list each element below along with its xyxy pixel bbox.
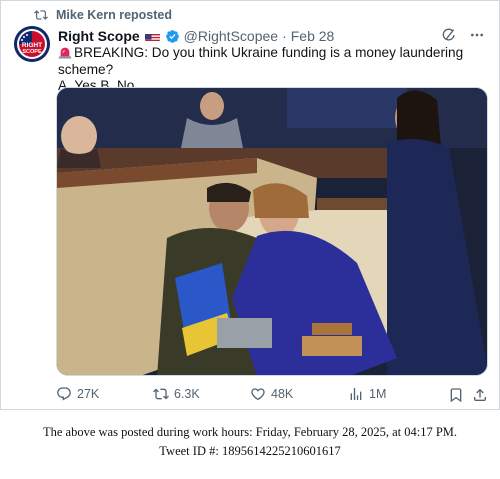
views-button[interactable]: 1M [348,386,386,402]
avatar[interactable]: RIGHT SCOPE [14,26,50,62]
author-handle[interactable]: @RightScopee [184,28,278,44]
post-date[interactable]: Feb 28 [291,28,335,44]
tweet-actions: 27K 6.3K 48K 1M [56,386,488,406]
reply-button[interactable]: 27K [56,386,99,402]
tweet-card[interactable]: Mike Kern reposted RIGHT SCOPE Right Sco… [0,0,500,410]
heart-icon [251,388,265,401]
footer-caption: The above was posted during work hours: … [0,423,500,461]
view-count: 1M [369,387,387,401]
footer-line-2: Tweet ID #: 1895614225210601617 [159,444,341,458]
share-icon[interactable] [472,387,488,403]
tweet-photo[interactable] [56,87,488,376]
reply-count: 27K [77,387,100,401]
more-options-icon[interactable] [469,27,485,43]
repost-count: 6.3K [174,387,200,401]
bookmark-icon[interactable] [448,387,464,403]
avatar-text-top: RIGHT [22,42,42,49]
tweet-header: Right Scope @RightScopee · Feb 28 [58,26,485,46]
avatar-text-bottom: SCOPE [22,49,42,55]
repost-indicator: Mike Kern reposted [34,8,172,22]
reply-icon [57,387,71,401]
siren-icon [58,47,72,59]
tweet-line-1: BREAKING: Do you think Ukraine funding i… [58,45,464,77]
views-chart-icon [350,388,362,400]
us-flag-icon [144,31,160,41]
verified-badge-icon [165,29,179,43]
like-count: 48K [271,387,294,401]
like-button[interactable]: 48K [250,386,293,402]
repost-icon [34,10,48,20]
repost-button[interactable]: 6.3K [153,386,200,402]
footer-line-1: The above was posted during work hours: … [42,425,458,439]
author-name[interactable]: Right Scope [58,28,140,44]
grok-icon[interactable] [441,27,457,43]
repost-icon [153,388,169,400]
repost-label: Mike Kern reposted [56,8,173,22]
separator-dot: · [282,28,287,44]
